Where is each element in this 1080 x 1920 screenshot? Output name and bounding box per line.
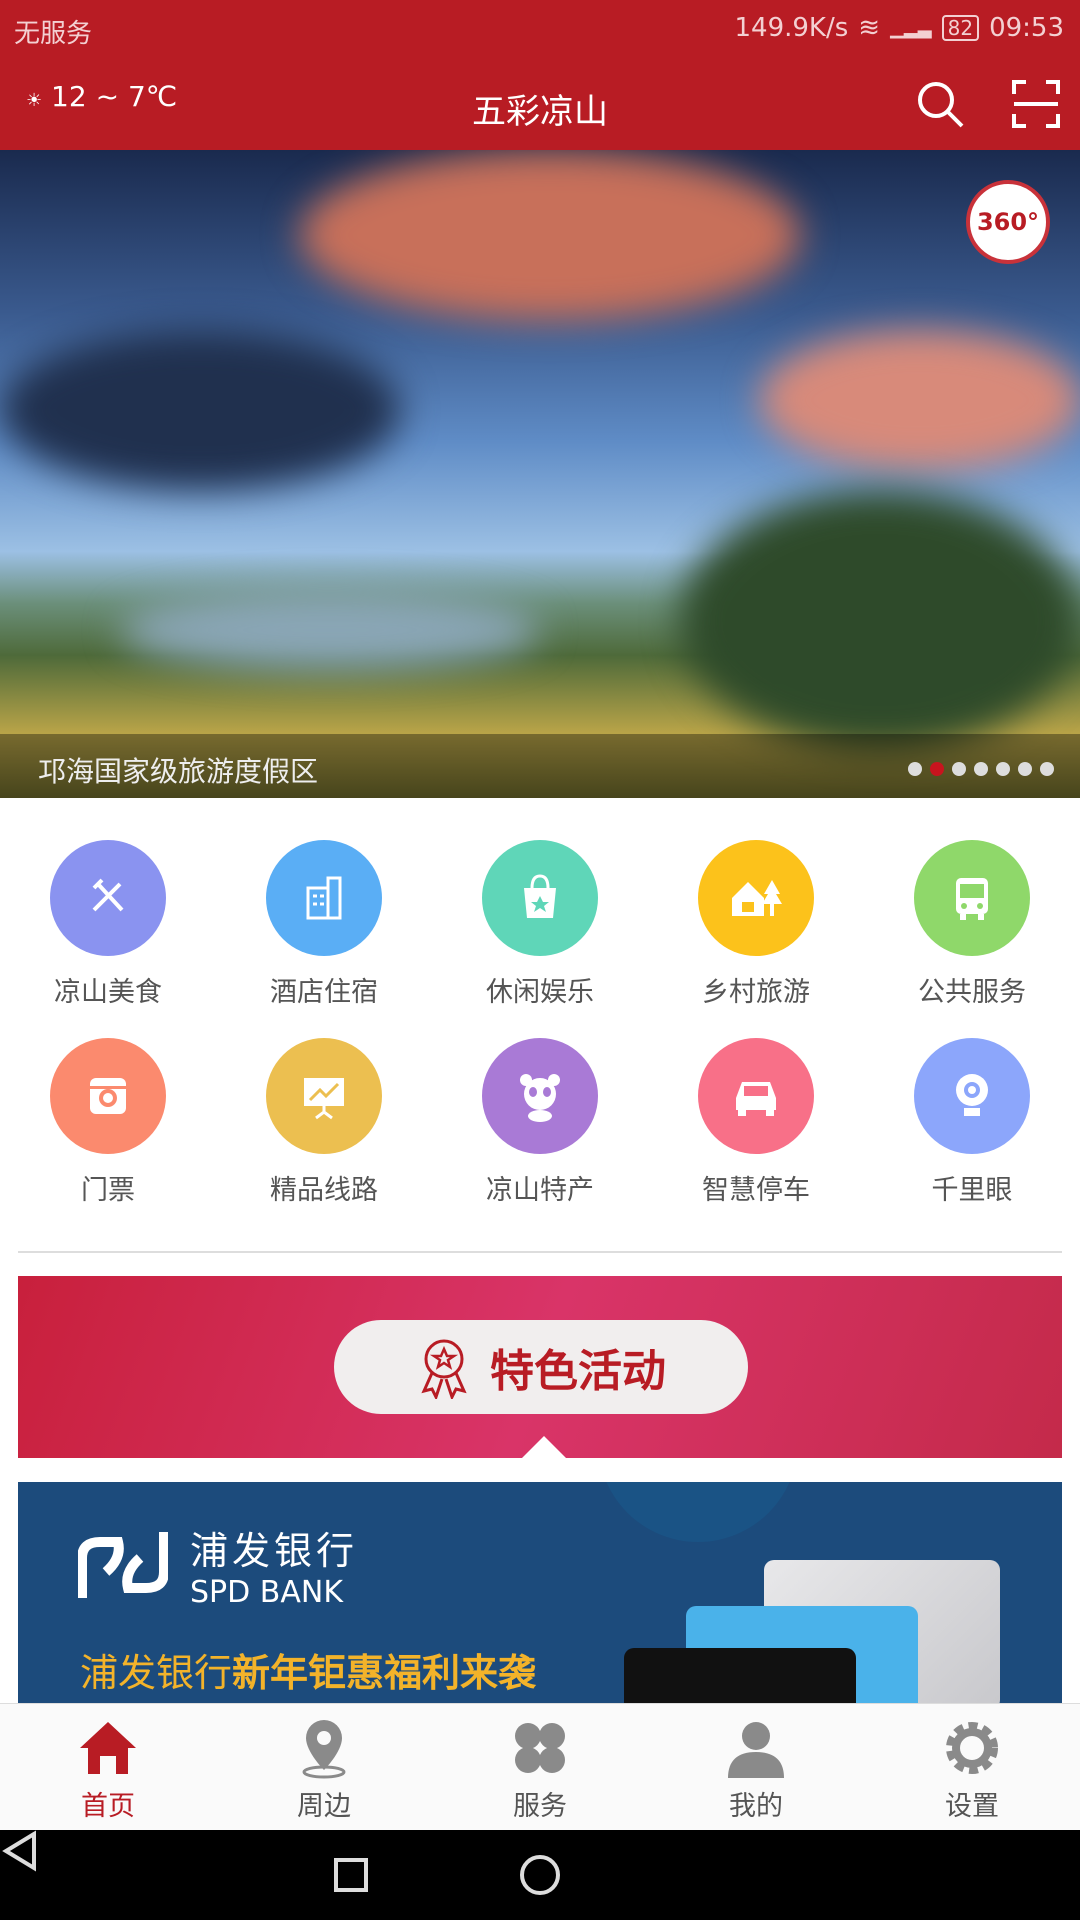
- bank-name-cn: 浦发银行: [190, 1529, 359, 1573]
- home-icon: [80, 1722, 136, 1774]
- divider: [18, 1251, 1062, 1253]
- bank-logo: 浦发银行 SPD BANK: [78, 1520, 358, 1610]
- bank-name-en: SPD BANK: [190, 1575, 343, 1610]
- home-button[interactable]: [520, 1855, 560, 1895]
- system-nav: [0, 1830, 1080, 1920]
- category-label: 凉山美食: [54, 977, 162, 1008]
- nav-label: 服务: [513, 1791, 567, 1822]
- status-bar: 无服务 149.9K/s ≋ ▁▂▃ 82 09:53: [0, 0, 1080, 60]
- promo-text: 浦发银行新年钜惠福利来袭: [80, 1651, 537, 1695]
- category-panda[interactable]: 凉山特产: [432, 1038, 648, 1207]
- route-chart-icon: [266, 1038, 382, 1154]
- category-label: 休闲娱乐: [486, 977, 594, 1008]
- category-label: 智慧停车: [702, 1175, 810, 1206]
- back-button[interactable]: [0, 1830, 38, 1872]
- recent-apps-button[interactable]: [334, 1858, 368, 1892]
- location-icon: [302, 1720, 346, 1779]
- carousel-dot[interactable]: [996, 762, 1010, 776]
- category-village[interactable]: 乡村旅游: [648, 840, 864, 1009]
- category-label: 公共服务: [918, 977, 1026, 1008]
- category-ticket-camera[interactable]: 门票: [0, 1038, 216, 1207]
- category-label: 千里眼: [931, 1175, 1013, 1206]
- network-speed: 149.9K/s: [734, 13, 849, 43]
- search-icon[interactable]: [914, 78, 966, 130]
- wifi-icon: ≋: [858, 13, 881, 43]
- nav-services[interactable]: 服务: [432, 1716, 648, 1823]
- gear-icon: [946, 1722, 998, 1774]
- category-label: 精品线路: [270, 1175, 378, 1206]
- nav-gear[interactable]: 设置: [864, 1716, 1080, 1823]
- clock: 09:53: [989, 13, 1064, 43]
- nav-location[interactable]: 周边: [216, 1716, 432, 1823]
- nav-user[interactable]: 我的: [648, 1716, 864, 1823]
- nav-home[interactable]: 首页: [0, 1716, 216, 1823]
- services-icon: [515, 1723, 565, 1773]
- webcam-icon: [914, 1038, 1030, 1154]
- app-header: ☀ 12 ~ 7℃ 五彩凉山: [0, 60, 1080, 150]
- battery-icon: 82: [941, 15, 980, 41]
- bank-ad[interactable]: 浦发银行 SPD BANK 浦发银行新年钜惠福利来袭: [18, 1482, 1062, 1704]
- signal-icon: ▁▂▃: [890, 17, 932, 39]
- panda-icon: [482, 1038, 598, 1154]
- category-bus[interactable]: 公共服务: [864, 840, 1080, 1009]
- ticket-camera-icon: [50, 1038, 166, 1154]
- nav-label: 我的: [729, 1791, 783, 1822]
- nav-label: 设置: [945, 1791, 999, 1822]
- medal-icon: [421, 1339, 467, 1399]
- category-route-chart[interactable]: 精品线路: [216, 1038, 432, 1207]
- hotel-icon: [266, 840, 382, 956]
- category-hotel[interactable]: 酒店住宿: [216, 840, 432, 1009]
- activity-label: 特色活动: [490, 1346, 666, 1397]
- shopping-bag-icon: [482, 840, 598, 956]
- carrier: 无服务: [14, 19, 93, 49]
- carousel-dot[interactable]: [1040, 762, 1054, 776]
- carousel-dot[interactable]: [1018, 762, 1032, 776]
- category-webcam[interactable]: 千里眼: [864, 1038, 1080, 1207]
- category-car[interactable]: 智慧停车: [648, 1038, 864, 1207]
- car-icon: [698, 1038, 814, 1154]
- category-label: 乡村旅游: [702, 977, 810, 1008]
- carousel-dot[interactable]: [974, 762, 988, 776]
- village-icon: [698, 840, 814, 956]
- nav-label: 首页: [81, 1791, 135, 1822]
- category-label: 门票: [81, 1175, 135, 1206]
- food-icon: [50, 840, 166, 956]
- category-label: 酒店住宿: [270, 977, 378, 1008]
- activity-banner[interactable]: 特色活动: [18, 1276, 1062, 1458]
- spd-logo-icon: [78, 1532, 168, 1598]
- user-icon: [728, 1722, 784, 1778]
- category-food[interactable]: 凉山美食: [0, 840, 216, 1009]
- 360-view-button[interactable]: 360°: [966, 180, 1050, 264]
- carousel-dot[interactable]: [952, 762, 966, 776]
- category-label: 凉山特产: [486, 1175, 594, 1206]
- nav-label: 周边: [297, 1791, 351, 1822]
- card-image: [624, 1648, 856, 1704]
- bus-icon: [914, 840, 1030, 956]
- scan-icon[interactable]: [1010, 78, 1062, 130]
- bottom-nav: 首页 周边 服务 我的 设置: [0, 1703, 1080, 1830]
- carousel-indicator: [908, 762, 1054, 776]
- carousel-dot[interactable]: [908, 762, 922, 776]
- carousel-dot[interactable]: [930, 762, 944, 776]
- category-shopping-bag[interactable]: 休闲娱乐: [432, 840, 648, 1009]
- banner-carousel[interactable]: 360° 邛海国家级旅游度假区: [0, 150, 1080, 798]
